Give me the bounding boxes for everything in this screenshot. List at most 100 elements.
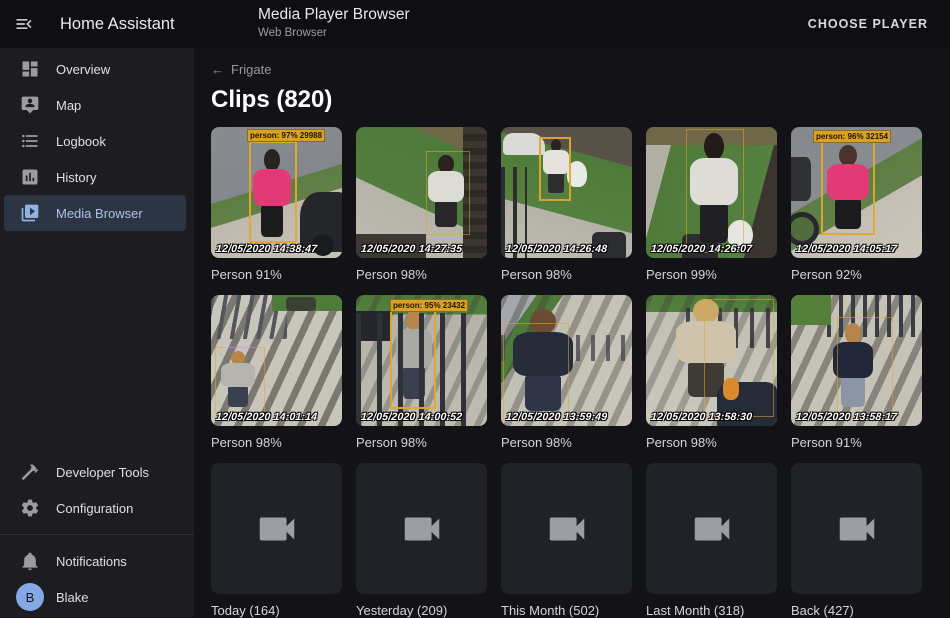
- page-header-title: Media Player Browser: [258, 6, 410, 24]
- sidebar-item-history[interactable]: History: [4, 159, 186, 195]
- choose-player-button[interactable]: CHOOSE PLAYER: [802, 16, 934, 32]
- folder-tile[interactable]: [356, 463, 487, 594]
- clip-label: Person 98%: [646, 435, 777, 450]
- sidebar-item-label: Notifications: [56, 554, 127, 569]
- clip-card[interactable]: 12/05/2020 13:58:17 Person 91%: [791, 295, 922, 450]
- detection-box: [215, 347, 265, 413]
- clip-thumbnail[interactable]: 12/05/2020 13:59:49: [501, 295, 632, 426]
- folder-tile[interactable]: [646, 463, 777, 594]
- folder-card[interactable]: This Month (502): [501, 463, 632, 618]
- media-browser-content: ← Frigate Clips (820) person: 97% 29988 …: [194, 48, 950, 617]
- clip-thumbnail[interactable]: 12/05/2020 14:26:07: [646, 127, 777, 258]
- page-title: Clips (820): [211, 86, 950, 114]
- clip-card[interactable]: 12/05/2020 14:01:14 Person 98%: [211, 295, 342, 450]
- detection-box: [390, 305, 436, 409]
- detection-box: [426, 151, 470, 235]
- sidebar-item-user[interactable]: B Blake: [4, 579, 186, 615]
- sidebar-item-map[interactable]: Map: [4, 87, 186, 123]
- clip-thumbnail[interactable]: 12/05/2020 14:26:48: [501, 127, 632, 258]
- view-dashboard-icon: [4, 59, 56, 79]
- hammer-icon: [4, 462, 56, 482]
- detection-box: [249, 141, 297, 243]
- clip-thumbnail[interactable]: person: 96% 32154 12/05/2020 14:05:17: [791, 127, 922, 258]
- clip-thumbnail[interactable]: person: 95% 23432 12/05/2020 14:00:52: [356, 295, 487, 426]
- folder-card[interactable]: Yesterday (209): [356, 463, 487, 618]
- clip-card[interactable]: person: 95% 23432 12/05/2020 14:00:52 Pe…: [356, 295, 487, 450]
- folder-card[interactable]: Last Month (318): [646, 463, 777, 618]
- back-arrow-icon[interactable]: ←: [211, 62, 224, 77]
- clip-timestamp: 12/05/2020 14:26:07: [651, 243, 753, 255]
- sidebar-item-overview[interactable]: Overview: [4, 51, 186, 87]
- sidebar-item-label: Map: [56, 98, 81, 113]
- clip-thumbnail[interactable]: person: 97% 29988 12/05/2020 14:38:47: [211, 127, 342, 258]
- app-title: Home Assistant: [60, 15, 175, 34]
- video-camera-icon: [689, 506, 735, 552]
- folder-tile[interactable]: [501, 463, 632, 594]
- clip-label: Person 91%: [791, 435, 922, 450]
- folder-card[interactable]: Back (427): [791, 463, 922, 618]
- video-camera-icon: [399, 506, 445, 552]
- sidebar-item-label: Logbook: [56, 134, 106, 149]
- detection-box: [704, 299, 774, 417]
- detection-box: [837, 317, 893, 417]
- sidebar-item-developer-tools[interactable]: Developer Tools: [4, 454, 186, 490]
- sidebar-item-configuration[interactable]: Configuration: [4, 490, 186, 526]
- folder-label: This Month (502): [501, 603, 632, 618]
- detection-label: person: 96% 32154: [813, 130, 891, 143]
- map-person-icon: [4, 95, 56, 115]
- list-bulleted-icon: [4, 131, 56, 151]
- folder-label: Last Month (318): [646, 603, 777, 618]
- page-header-subtitle: Web Browser: [258, 27, 410, 39]
- detection-label: person: 97% 29988: [247, 129, 325, 142]
- clip-timestamp: 12/05/2020 14:26:48: [506, 243, 608, 255]
- sidebar-spacer: [0, 231, 194, 454]
- clip-card[interactable]: 12/05/2020 14:26:07 Person 99%: [646, 127, 777, 282]
- clip-card[interactable]: person: 96% 32154 12/05/2020 14:05:17 Pe…: [791, 127, 922, 282]
- breadcrumb-label[interactable]: Frigate: [231, 62, 271, 77]
- clip-thumbnail[interactable]: 12/05/2020 13:58:30: [646, 295, 777, 426]
- clip-timestamp: 12/05/2020 14:27:35: [361, 243, 463, 255]
- clip-thumbnail[interactable]: 12/05/2020 14:27:35: [356, 127, 487, 258]
- clip-timestamp: 12/05/2020 13:58:17: [796, 411, 898, 423]
- clip-card[interactable]: 12/05/2020 13:59:49 Person 98%: [501, 295, 632, 450]
- folder-card[interactable]: Today (164): [211, 463, 342, 618]
- clip-card[interactable]: person: 97% 29988 12/05/2020 14:38:47 Pe…: [211, 127, 342, 282]
- clip-timestamp: 12/05/2020 13:59:49: [506, 411, 608, 423]
- sidebar-item-label: Media Browser: [56, 206, 143, 221]
- sidebar-item-label: Overview: [56, 62, 110, 77]
- sidebar: Overview Map Logbook History Media Brows…: [0, 48, 194, 617]
- clip-timestamp: 12/05/2020 14:00:52: [361, 411, 463, 423]
- avatar: B: [16, 583, 44, 611]
- folder-label: Back (427): [791, 603, 922, 618]
- sidebar-item-label: History: [56, 170, 96, 185]
- scene-decoration: [791, 212, 819, 246]
- clip-card[interactable]: 12/05/2020 13:58:30 Person 98%: [646, 295, 777, 450]
- top-app-bar: Home Assistant Media Player Browser Web …: [0, 0, 950, 48]
- sidebar-item-notifications[interactable]: Notifications: [4, 543, 186, 579]
- video-camera-icon: [544, 506, 590, 552]
- folder-label: Today (164): [211, 603, 342, 618]
- sidebar-item-logbook[interactable]: Logbook: [4, 123, 186, 159]
- clip-label: Person 98%: [501, 267, 632, 282]
- play-box-multiple-icon: [4, 203, 56, 223]
- page-header: Media Player Browser Web Browser: [258, 6, 410, 39]
- breadcrumb[interactable]: ← Frigate: [211, 62, 271, 77]
- clip-timestamp: 12/05/2020 13:58:30: [651, 411, 753, 423]
- clip-label: Person 91%: [211, 267, 342, 282]
- menu-open-button[interactable]: [0, 0, 48, 48]
- scene-decoration: [791, 157, 811, 201]
- detection-label: person: 95% 23432: [390, 299, 468, 312]
- clip-label: Person 98%: [356, 267, 487, 282]
- video-camera-icon: [834, 506, 880, 552]
- sidebar-divider: [0, 534, 194, 535]
- folder-tile[interactable]: [791, 463, 922, 594]
- clip-thumbnail[interactable]: 12/05/2020 14:01:14: [211, 295, 342, 426]
- clip-label: Person 98%: [211, 435, 342, 450]
- sidebar-item-media-browser[interactable]: Media Browser: [4, 195, 186, 231]
- clip-card[interactable]: 12/05/2020 14:27:35 Person 98%: [356, 127, 487, 282]
- user-name-label: Blake: [56, 590, 89, 605]
- folder-tile[interactable]: [211, 463, 342, 594]
- clip-thumbnail[interactable]: 12/05/2020 13:58:17: [791, 295, 922, 426]
- clip-timestamp: 12/05/2020 14:38:47: [216, 243, 318, 255]
- clip-card[interactable]: 12/05/2020 14:26:48 Person 98%: [501, 127, 632, 282]
